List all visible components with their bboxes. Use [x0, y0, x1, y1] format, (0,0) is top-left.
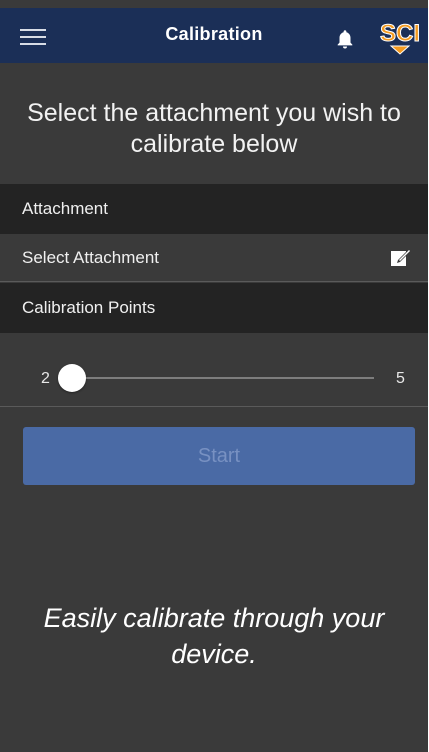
top-app-bar: Calibration SCI — [0, 8, 428, 63]
slider-track[interactable] — [72, 377, 374, 379]
attachment-section-label: Attachment — [22, 199, 108, 218]
app-screen: Calibration SCI Select the attachment yo… — [0, 0, 428, 752]
slider-thumb[interactable] — [58, 364, 86, 392]
select-attachment-label: Select Attachment — [22, 248, 160, 267]
sci-logo: SCI — [379, 20, 421, 55]
edit-icon[interactable] — [390, 248, 412, 268]
page-title: Calibration — [165, 24, 263, 44]
calibration-points-slider: 2 5 — [0, 333, 428, 407]
slider-max-label: 5 — [396, 370, 405, 387]
calibration-points-label: Calibration Points — [22, 298, 156, 317]
select-attachment-row[interactable]: Select Attachment — [0, 234, 428, 282]
bell-icon[interactable] — [334, 28, 356, 50]
slider-min-label: 2 — [41, 370, 50, 387]
instruction-heading: Select the attachment you wish to calibr… — [27, 99, 401, 158]
svg-text:SCI: SCI — [380, 20, 420, 47]
calibration-points-section-header: Calibration Points — [0, 283, 428, 333]
promo-caption: Easily calibrate through your device. — [43, 603, 385, 669]
start-button[interactable]: Start — [23, 427, 415, 485]
attachment-section-header: Attachment — [0, 184, 428, 234]
